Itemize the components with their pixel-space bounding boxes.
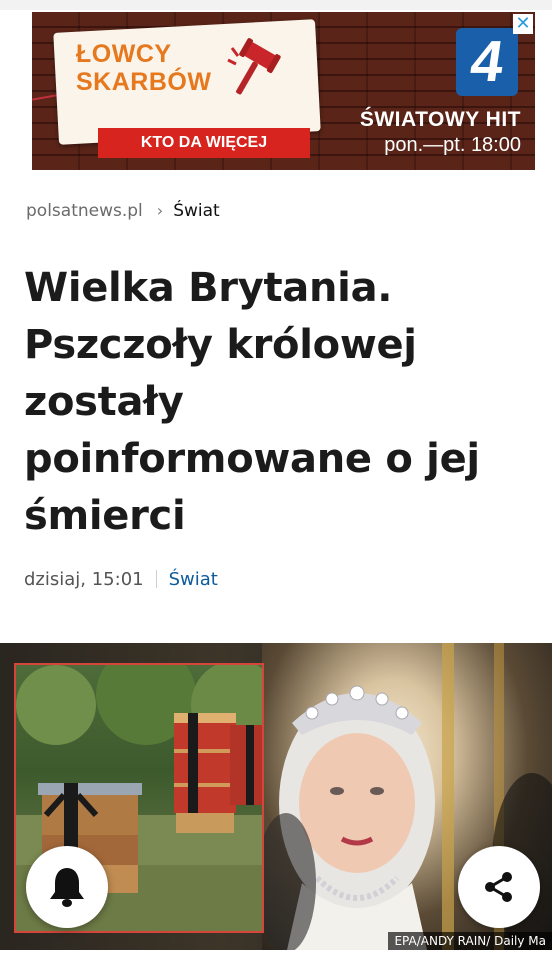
advertisement-banner[interactable]: ŁOWCY SKARBÓW KTO DA WIĘCEJ 4 ŚWIATOWY H… (32, 12, 535, 170)
breadcrumb-site[interactable]: polsatnews.pl (26, 201, 143, 221)
article-title: Wielka Brytania. Pszczoły królowej zosta… (24, 265, 480, 539)
article-date: dzisiaj, 15:01 (24, 569, 144, 590)
ad-tagline: KTO DA WIĘCEJ (98, 128, 310, 158)
article-category-link[interactable]: Świat (169, 569, 218, 590)
top-strip (0, 0, 552, 10)
gavel-icon (227, 38, 281, 95)
bell-icon (50, 868, 84, 907)
breadcrumb: polsatnews.pl › Świat (26, 201, 220, 221)
channel-logo: 4 (456, 28, 518, 96)
ad-brand: ŁOWCY SKARBÓW (76, 40, 212, 96)
share-icon (485, 872, 512, 902)
article-meta: dzisiaj, 15:01 Świat (24, 569, 218, 590)
meta-divider (155, 570, 157, 588)
breadcrumb-separator-icon: › (156, 201, 164, 220)
ad-schedule: pon.—pt. 18:00 (384, 134, 521, 156)
ad-promo: ŚWIATOWY HIT (359, 108, 521, 131)
bottom-strip (0, 950, 552, 960)
close-icon[interactable]: ✕ (513, 14, 533, 34)
notifications-button[interactable] (26, 846, 108, 928)
breadcrumb-category[interactable]: Świat (173, 201, 220, 221)
share-button[interactable] (458, 846, 540, 928)
photo-credit: EPA/ANDY RAIN/ Daily Ma (388, 932, 552, 950)
